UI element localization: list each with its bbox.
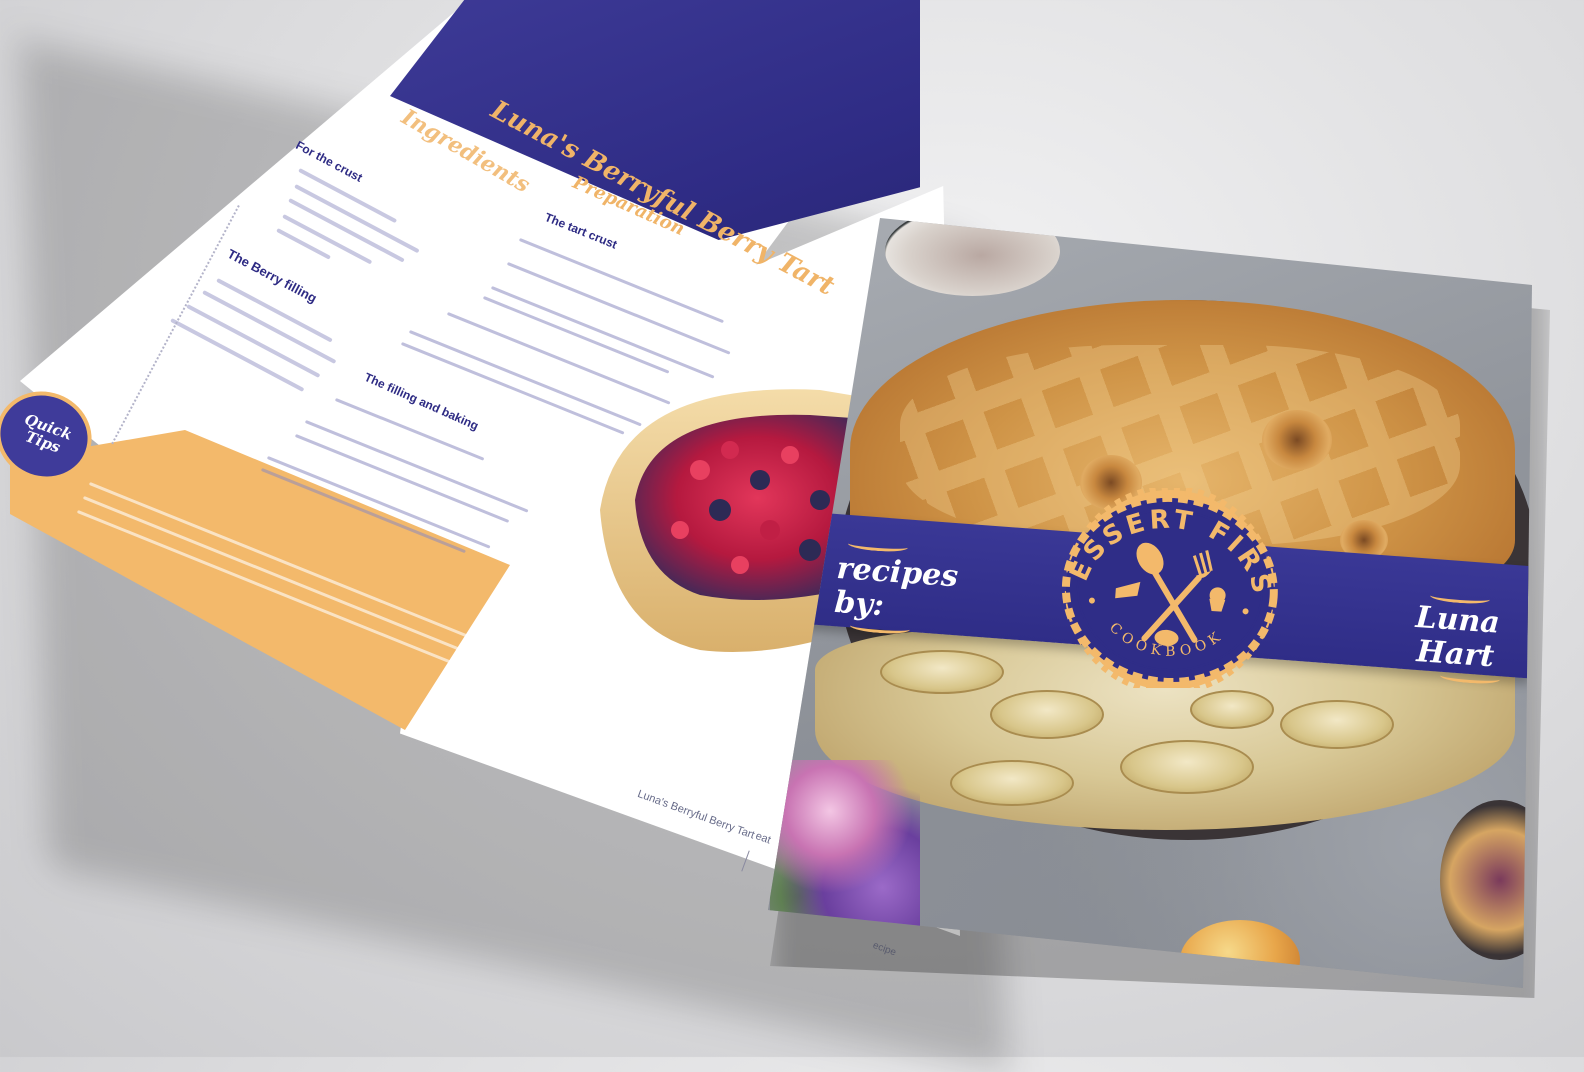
author-name: Luna Hart xyxy=(1399,600,1513,676)
dessert-first-badge: DESSERT FIRST COOKBOOK xyxy=(1030,488,1286,688)
cookbook-mockup-scene: Luna's Berryful Berry Tart Ingredients P… xyxy=(0,0,1584,1072)
apple-slice xyxy=(1120,740,1254,794)
apple-slice xyxy=(1190,690,1274,729)
apple-slice xyxy=(1280,700,1394,749)
flowers xyxy=(770,760,920,930)
recipes-by-label: recipes by: xyxy=(833,551,967,629)
cinnamon-swirl xyxy=(1262,410,1332,470)
quick-tips-label: Quick Tips xyxy=(7,407,84,461)
apple-slice xyxy=(950,760,1074,806)
apple-slice xyxy=(990,690,1104,739)
apple-slice xyxy=(880,650,1004,694)
